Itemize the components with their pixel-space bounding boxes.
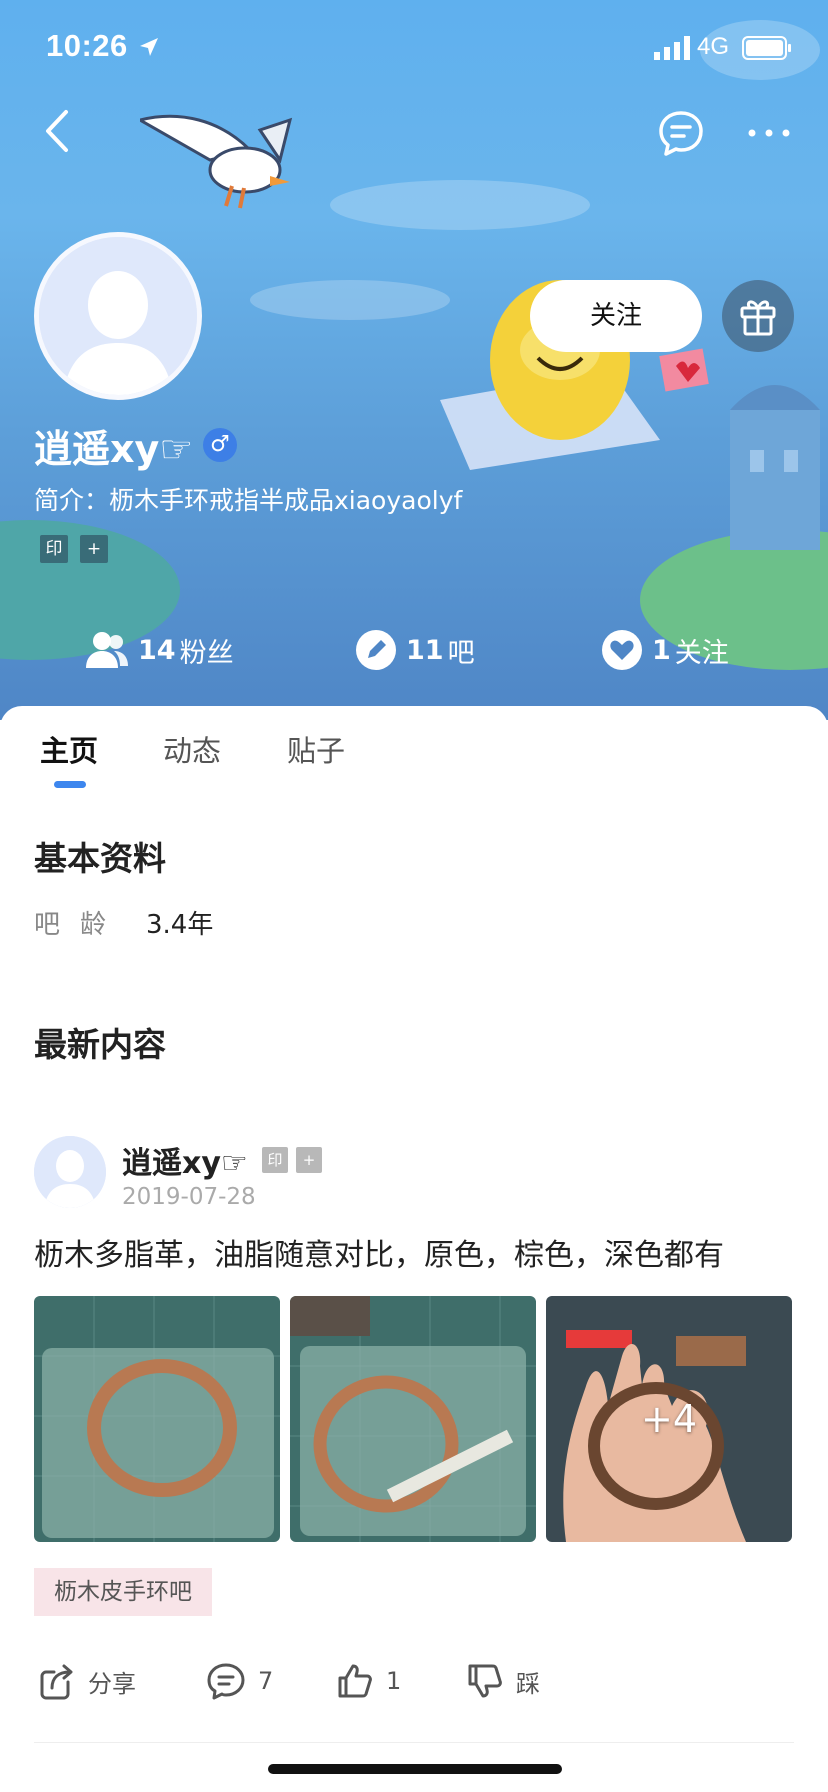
battery-icon bbox=[742, 36, 791, 60]
bangle-photo bbox=[34, 1296, 280, 1542]
home-indicator[interactable] bbox=[268, 1764, 562, 1774]
more-images-count: +4 bbox=[640, 1397, 698, 1441]
post-author-avatar[interactable] bbox=[34, 1136, 106, 1208]
more-options-icon[interactable] bbox=[746, 116, 792, 150]
like-button[interactable]: 1 bbox=[336, 1660, 401, 1702]
share-icon bbox=[40, 1664, 73, 1700]
stat-fans-label: 粉丝 bbox=[179, 637, 234, 669]
comment-button[interactable]: 7 bbox=[206, 1660, 273, 1702]
follow-button[interactable]: 关注 bbox=[530, 280, 702, 352]
comment-count: 7 bbox=[258, 1667, 274, 1695]
back-arrow-icon[interactable] bbox=[38, 106, 78, 156]
post-divider bbox=[34, 1742, 794, 1743]
users-icon bbox=[86, 632, 128, 668]
location-arrow-icon bbox=[140, 38, 158, 56]
gift-button[interactable] bbox=[722, 280, 794, 352]
tab-activity[interactable]: 动态 bbox=[163, 728, 221, 770]
thumbs-down-icon bbox=[468, 1664, 502, 1698]
post-author-name[interactable]: 逍遥xy☞ bbox=[122, 1138, 248, 1182]
share-button[interactable]: 分享 bbox=[38, 1660, 136, 1702]
stat-following-value: 1 bbox=[652, 634, 671, 666]
post-date: 2019-07-28 bbox=[122, 1184, 256, 1210]
tab-home[interactable]: 主页 bbox=[40, 728, 98, 770]
status-bar: 10:26 4G bbox=[0, 0, 828, 100]
castle-illustration bbox=[730, 385, 820, 550]
stat-forums[interactable]: 11 吧 bbox=[356, 628, 475, 672]
profile-banner: 10:26 4G 关注 逍遥xy☞ ♂ 简介：枥木手环戒指半成品xiaoyaol… bbox=[0, 0, 828, 720]
status-time: 10:26 bbox=[46, 28, 128, 63]
profile-bio: 简介：枥木手环戒指半成品xiaoyaolyf bbox=[34, 486, 463, 515]
dislike-button[interactable]: 踩 bbox=[466, 1660, 540, 1702]
heart-circle-icon bbox=[602, 630, 642, 670]
stat-following-label: 关注 bbox=[674, 637, 729, 669]
tab-active-indicator bbox=[54, 781, 86, 788]
like-count: 1 bbox=[386, 1667, 402, 1695]
stat-following[interactable]: 1 关注 bbox=[602, 628, 729, 672]
network-type: 4G bbox=[697, 33, 730, 60]
pencil-circle-icon bbox=[356, 630, 396, 670]
seal-badge[interactable]: 印 bbox=[40, 535, 68, 563]
stat-forums-value: 11 bbox=[406, 634, 444, 666]
stat-forums-label: 吧 bbox=[447, 637, 475, 669]
add-badge-button[interactable]: + bbox=[80, 535, 108, 563]
default-avatar-icon bbox=[39, 237, 197, 395]
message-icon[interactable] bbox=[656, 108, 706, 158]
male-gender-icon: ♂ bbox=[203, 428, 237, 462]
stat-fans[interactable]: 14 粉丝 bbox=[86, 628, 234, 672]
seagull-illustration bbox=[140, 114, 293, 209]
gift-icon bbox=[740, 300, 776, 336]
comment-icon bbox=[207, 1663, 245, 1700]
latest-content-title: 最新内容 bbox=[34, 1025, 166, 1064]
post-seal-badge: 印 bbox=[262, 1147, 288, 1173]
basic-info-title: 基本资料 bbox=[34, 839, 166, 878]
cloud-decoration bbox=[250, 280, 450, 320]
cloud-decoration bbox=[330, 180, 590, 230]
forum-tag[interactable]: 枥木皮手环吧 bbox=[34, 1568, 212, 1616]
profile-username: 逍遥xy☞ bbox=[34, 427, 194, 471]
bangle-measure-photo bbox=[290, 1296, 536, 1542]
forum-age-label: 吧龄 bbox=[34, 910, 127, 940]
post-add-badge: + bbox=[296, 1147, 322, 1173]
post-text[interactable]: 枥木多脂革，油脂随意对比，原色，棕色，深色都有 bbox=[34, 1230, 724, 1274]
post-image-3[interactable]: +4 bbox=[546, 1296, 792, 1542]
post-image-1[interactable] bbox=[34, 1296, 280, 1542]
share-label: 分享 bbox=[88, 1669, 136, 1698]
post-image-2[interactable] bbox=[290, 1296, 536, 1542]
dislike-label: 踩 bbox=[516, 1669, 540, 1698]
cellular-signal-icon bbox=[654, 36, 690, 60]
default-avatar-icon bbox=[34, 1136, 106, 1208]
profile-avatar[interactable] bbox=[34, 232, 202, 400]
tab-posts[interactable]: 贴子 bbox=[287, 728, 345, 770]
stat-fans-value: 14 bbox=[138, 634, 176, 666]
forum-age-value: 3.4年 bbox=[146, 910, 214, 940]
thumbs-up-icon bbox=[338, 1664, 372, 1698]
